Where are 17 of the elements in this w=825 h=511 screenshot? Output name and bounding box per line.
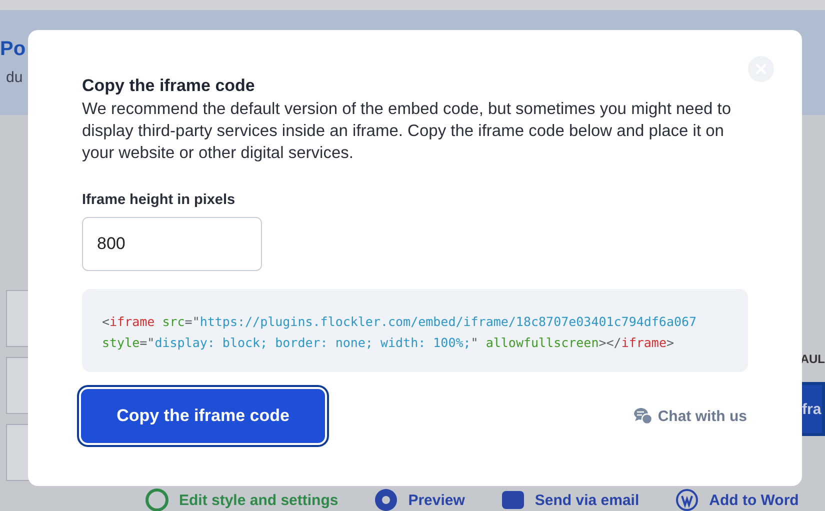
- action-link[interactable]: Send via email: [534, 492, 640, 508]
- code-line: <iframe src="https://plugins.flockler.com/embed/iframe/18c8707e03401c794df6a067: [102, 313, 697, 331]
- page-subtitle: du: [6, 69, 23, 86]
- chat-icon: [632, 407, 653, 425]
- dialog-description: We recommend the default version of the embed code, but sometimes you might need to display third-party services inside an iframe. Copy the iframe code below and place it on your website or other digital services.: [82, 99, 732, 164]
- action-link[interactable]: Preview: [408, 492, 465, 508]
- action-link[interactable]: Add to Word: [709, 492, 799, 508]
- field-label: Iframe height in pixels: [82, 192, 236, 208]
- action-link[interactable]: Edit style and settings: [179, 492, 338, 508]
- dialog-title: Copy the iframe code: [82, 76, 256, 96]
- chat-link[interactable]: Chat with us: [632, 407, 747, 425]
- column-label: AUL: [800, 352, 825, 366]
- height-input-field[interactable]: 800: [82, 217, 262, 271]
- code-line: style="display: block; border: none; width: 100%;" allowfullscreen></iframe>: [102, 334, 674, 352]
- page-title: Po: [0, 38, 26, 61]
- copy-code-button[interactable]: Copy the iframe code: [81, 389, 325, 443]
- wordpress-icon[interactable]: [675, 488, 700, 511]
